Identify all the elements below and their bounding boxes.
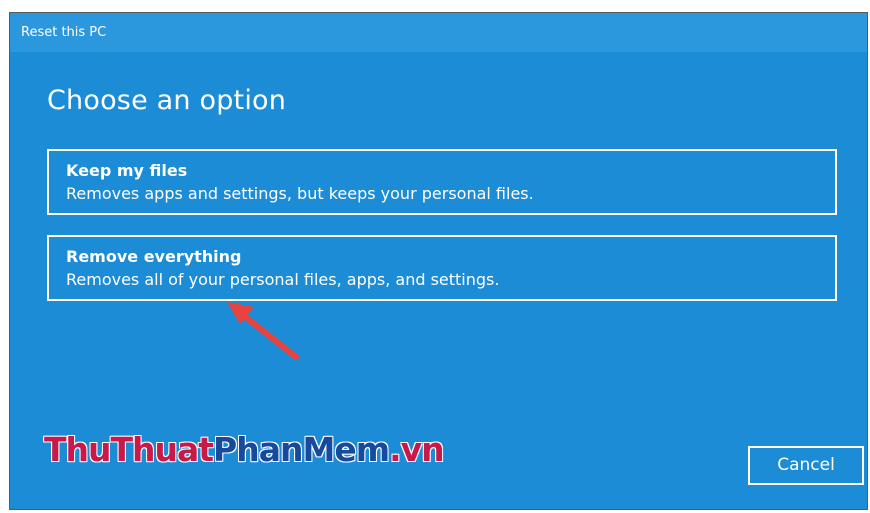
option-description: Removes all of your personal files, apps…	[66, 270, 500, 289]
option-title: Keep my files	[66, 161, 188, 180]
option-title: Remove everything	[66, 247, 242, 266]
cancel-button[interactable]: Cancel	[748, 446, 864, 485]
watermark-part-1: ThuThuat	[44, 430, 214, 469]
remove-everything-option[interactable]: Remove everything Removes all of your pe…	[47, 235, 837, 301]
keep-my-files-option[interactable]: Keep my files Removes apps and settings,…	[47, 149, 837, 215]
watermark-logo: ThuThuatPhanMem.vn	[44, 428, 445, 472]
window-title: Reset this PC	[10, 13, 867, 52]
watermark-part-3: .vn	[389, 430, 445, 469]
page-title: Choose an option	[47, 85, 287, 116]
watermark-part-2: PhanMem	[213, 430, 390, 469]
option-description: Removes apps and settings, but keeps you…	[66, 184, 534, 203]
